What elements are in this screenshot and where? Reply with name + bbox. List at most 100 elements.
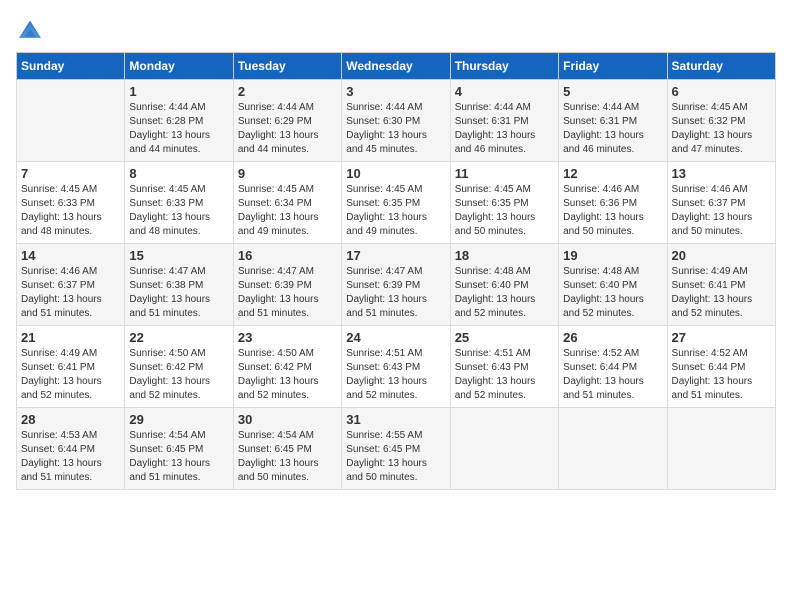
calendar-cell — [667, 408, 775, 490]
calendar-cell: 23 Sunrise: 4:50 AM Sunset: 6:42 PM Dayli… — [233, 326, 341, 408]
day-info: Sunrise: 4:53 AM Sunset: 6:44 PM Dayligh… — [21, 429, 120, 485]
calendar-cell: 4 Sunrise: 4:44 AM Sunset: 6:31 PM Daylig… — [450, 80, 558, 162]
day-number: 7 — [21, 166, 120, 181]
day-number: 26 — [563, 330, 662, 345]
day-number: 17 — [346, 248, 445, 263]
calendar-cell: 8 Sunrise: 4:45 AM Sunset: 6:33 PM Daylig… — [125, 162, 233, 244]
day-number: 25 — [455, 330, 554, 345]
day-number: 24 — [346, 330, 445, 345]
calendar-cell: 27 Sunrise: 4:52 AM Sunset: 6:44 PM Dayli… — [667, 326, 775, 408]
day-info: Sunrise: 4:50 AM Sunset: 6:42 PM Dayligh… — [129, 347, 228, 403]
calendar-cell: 13Sunrise: 4:46 AM Sunset: 6:37 PM Dayli… — [667, 162, 775, 244]
day-info: Sunrise: 4:46 AM Sunset: 6:36 PM Dayligh… — [563, 183, 662, 239]
day-number: 29 — [129, 412, 228, 427]
calendar-cell: 22 Sunrise: 4:50 AM Sunset: 6:42 PM Dayli… — [125, 326, 233, 408]
weekday-header-thursday: Thursday — [450, 53, 558, 80]
calendar-cell: 25 Sunrise: 4:51 AM Sunset: 6:43 PM Dayli… — [450, 326, 558, 408]
day-number: 14 — [21, 248, 120, 263]
header-row: SundayMondayTuesdayWednesdayThursdayFrid… — [17, 53, 776, 80]
logo — [16, 16, 46, 44]
day-number: 13 — [672, 166, 771, 181]
day-info: Sunrise: 4:45 AM Sunset: 6:35 PM Dayligh… — [455, 183, 554, 239]
day-info: Sunrise: 4:45 AM Sunset: 6:32 PM Dayligh… — [672, 101, 771, 157]
calendar-cell: 30 Sunrise: 4:54 AM Sunset: 6:45 PM Dayli… — [233, 408, 341, 490]
calendar-week-5: 28 Sunrise: 4:53 AM Sunset: 6:44 PM Dayli… — [17, 408, 776, 490]
day-info: Sunrise: 4:45 AM Sunset: 6:33 PM Dayligh… — [21, 183, 120, 239]
weekday-header-wednesday: Wednesday — [342, 53, 450, 80]
calendar-table: SundayMondayTuesdayWednesdayThursdayFrid… — [16, 52, 776, 490]
calendar-cell: 16Sunrise: 4:47 AM Sunset: 6:39 PM Dayli… — [233, 244, 341, 326]
calendar-cell: 31Sunrise: 4:55 AM Sunset: 6:45 PM Dayli… — [342, 408, 450, 490]
day-info: Sunrise: 4:52 AM Sunset: 6:44 PM Dayligh… — [563, 347, 662, 403]
day-number: 27 — [672, 330, 771, 345]
day-number: 12 — [563, 166, 662, 181]
day-info: Sunrise: 4:55 AM Sunset: 6:45 PM Dayligh… — [346, 429, 445, 485]
day-info: Sunrise: 4:51 AM Sunset: 6:43 PM Dayligh… — [346, 347, 445, 403]
day-number: 10 — [346, 166, 445, 181]
calendar-cell: 20 Sunrise: 4:49 AM Sunset: 6:41 PM Dayli… — [667, 244, 775, 326]
day-info: Sunrise: 4:49 AM Sunset: 6:41 PM Dayligh… — [21, 347, 120, 403]
calendar-cell: 18 Sunrise: 4:48 AM Sunset: 6:40 PM Dayli… — [450, 244, 558, 326]
day-info: Sunrise: 4:44 AM Sunset: 6:28 PM Dayligh… — [129, 101, 228, 157]
day-info: Sunrise: 4:44 AM Sunset: 6:29 PM Dayligh… — [238, 101, 337, 157]
calendar-cell: 6Sunrise: 4:45 AM Sunset: 6:32 PM Daylig… — [667, 80, 775, 162]
weekday-header-friday: Friday — [559, 53, 667, 80]
day-info: Sunrise: 4:48 AM Sunset: 6:40 PM Dayligh… — [455, 265, 554, 321]
day-number: 4 — [455, 84, 554, 99]
calendar-week-1: 1 Sunrise: 4:44 AM Sunset: 6:28 PM Daylig… — [17, 80, 776, 162]
day-info: Sunrise: 4:54 AM Sunset: 6:45 PM Dayligh… — [238, 429, 337, 485]
page-header — [16, 16, 776, 44]
day-number: 2 — [238, 84, 337, 99]
calendar-cell: 14Sunrise: 4:46 AM Sunset: 6:37 PM Dayli… — [17, 244, 125, 326]
day-info: Sunrise: 4:52 AM Sunset: 6:44 PM Dayligh… — [672, 347, 771, 403]
calendar-cell: 5Sunrise: 4:44 AM Sunset: 6:31 PM Daylig… — [559, 80, 667, 162]
day-info: Sunrise: 4:47 AM Sunset: 6:38 PM Dayligh… — [129, 265, 228, 321]
calendar-cell: 3 Sunrise: 4:44 AM Sunset: 6:30 PM Daylig… — [342, 80, 450, 162]
calendar-cell: 10 Sunrise: 4:45 AM Sunset: 6:35 PM Dayli… — [342, 162, 450, 244]
day-number: 28 — [21, 412, 120, 427]
calendar-cell: 19 Sunrise: 4:48 AM Sunset: 6:40 PM Dayli… — [559, 244, 667, 326]
calendar-cell: 26 Sunrise: 4:52 AM Sunset: 6:44 PM Dayli… — [559, 326, 667, 408]
day-info: Sunrise: 4:50 AM Sunset: 6:42 PM Dayligh… — [238, 347, 337, 403]
calendar-cell: 1 Sunrise: 4:44 AM Sunset: 6:28 PM Daylig… — [125, 80, 233, 162]
day-number: 18 — [455, 248, 554, 263]
calendar-cell: 17 Sunrise: 4:47 AM Sunset: 6:39 PM Dayli… — [342, 244, 450, 326]
calendar-cell: 9 Sunrise: 4:45 AM Sunset: 6:34 PM Daylig… — [233, 162, 341, 244]
day-number: 19 — [563, 248, 662, 263]
weekday-header-saturday: Saturday — [667, 53, 775, 80]
calendar-cell: 28 Sunrise: 4:53 AM Sunset: 6:44 PM Dayli… — [17, 408, 125, 490]
day-info: Sunrise: 4:47 AM Sunset: 6:39 PM Dayligh… — [346, 265, 445, 321]
day-number: 1 — [129, 84, 228, 99]
weekday-header-sunday: Sunday — [17, 53, 125, 80]
calendar-cell: 12 Sunrise: 4:46 AM Sunset: 6:36 PM Dayli… — [559, 162, 667, 244]
day-info: Sunrise: 4:45 AM Sunset: 6:35 PM Dayligh… — [346, 183, 445, 239]
calendar-week-3: 14Sunrise: 4:46 AM Sunset: 6:37 PM Dayli… — [17, 244, 776, 326]
calendar-cell — [450, 408, 558, 490]
day-number: 23 — [238, 330, 337, 345]
day-info: Sunrise: 4:51 AM Sunset: 6:43 PM Dayligh… — [455, 347, 554, 403]
calendar-week-2: 7 Sunrise: 4:45 AM Sunset: 6:33 PM Daylig… — [17, 162, 776, 244]
calendar-week-4: 21Sunrise: 4:49 AM Sunset: 6:41 PM Dayli… — [17, 326, 776, 408]
day-info: Sunrise: 4:45 AM Sunset: 6:33 PM Dayligh… — [129, 183, 228, 239]
day-number: 16 — [238, 248, 337, 263]
logo-icon — [16, 16, 44, 44]
calendar-cell: 21Sunrise: 4:49 AM Sunset: 6:41 PM Dayli… — [17, 326, 125, 408]
day-info: Sunrise: 4:44 AM Sunset: 6:30 PM Dayligh… — [346, 101, 445, 157]
calendar-cell: 11 Sunrise: 4:45 AM Sunset: 6:35 PM Dayli… — [450, 162, 558, 244]
day-number: 11 — [455, 166, 554, 181]
day-number: 30 — [238, 412, 337, 427]
day-number: 9 — [238, 166, 337, 181]
calendar-cell: 2 Sunrise: 4:44 AM Sunset: 6:29 PM Daylig… — [233, 80, 341, 162]
day-number: 8 — [129, 166, 228, 181]
day-number: 3 — [346, 84, 445, 99]
calendar-cell: 24 Sunrise: 4:51 AM Sunset: 6:43 PM Dayli… — [342, 326, 450, 408]
day-info: Sunrise: 4:44 AM Sunset: 6:31 PM Dayligh… — [455, 101, 554, 157]
calendar-cell: 15Sunrise: 4:47 AM Sunset: 6:38 PM Dayli… — [125, 244, 233, 326]
day-number: 22 — [129, 330, 228, 345]
day-info: Sunrise: 4:45 AM Sunset: 6:34 PM Dayligh… — [238, 183, 337, 239]
day-info: Sunrise: 4:48 AM Sunset: 6:40 PM Dayligh… — [563, 265, 662, 321]
day-info: Sunrise: 4:49 AM Sunset: 6:41 PM Dayligh… — [672, 265, 771, 321]
calendar-cell: 29 Sunrise: 4:54 AM Sunset: 6:45 PM Dayli… — [125, 408, 233, 490]
day-info: Sunrise: 4:54 AM Sunset: 6:45 PM Dayligh… — [129, 429, 228, 485]
day-number: 20 — [672, 248, 771, 263]
